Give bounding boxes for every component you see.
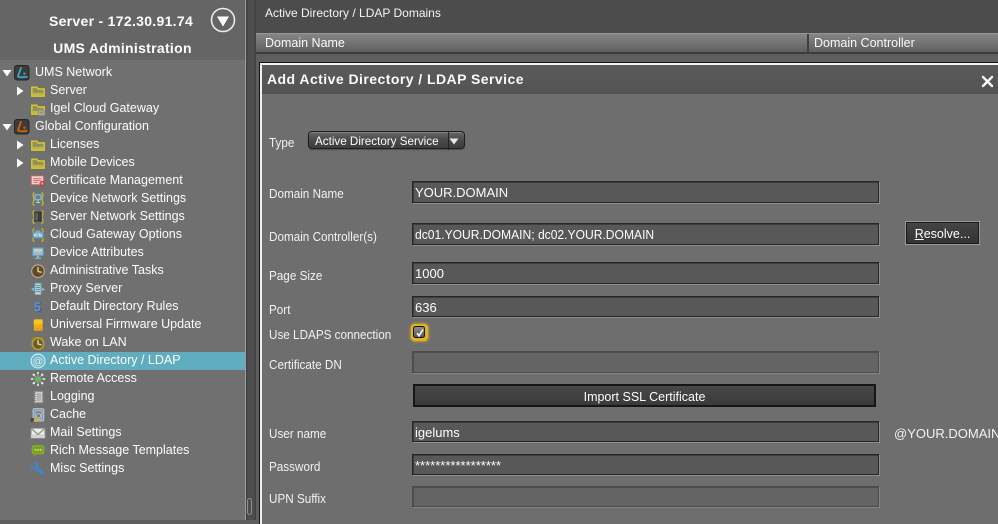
svg-text:@: @ [33,356,44,368]
svg-text:5: 5 [34,300,41,315]
svg-text:ICG: ICG [34,233,43,238]
